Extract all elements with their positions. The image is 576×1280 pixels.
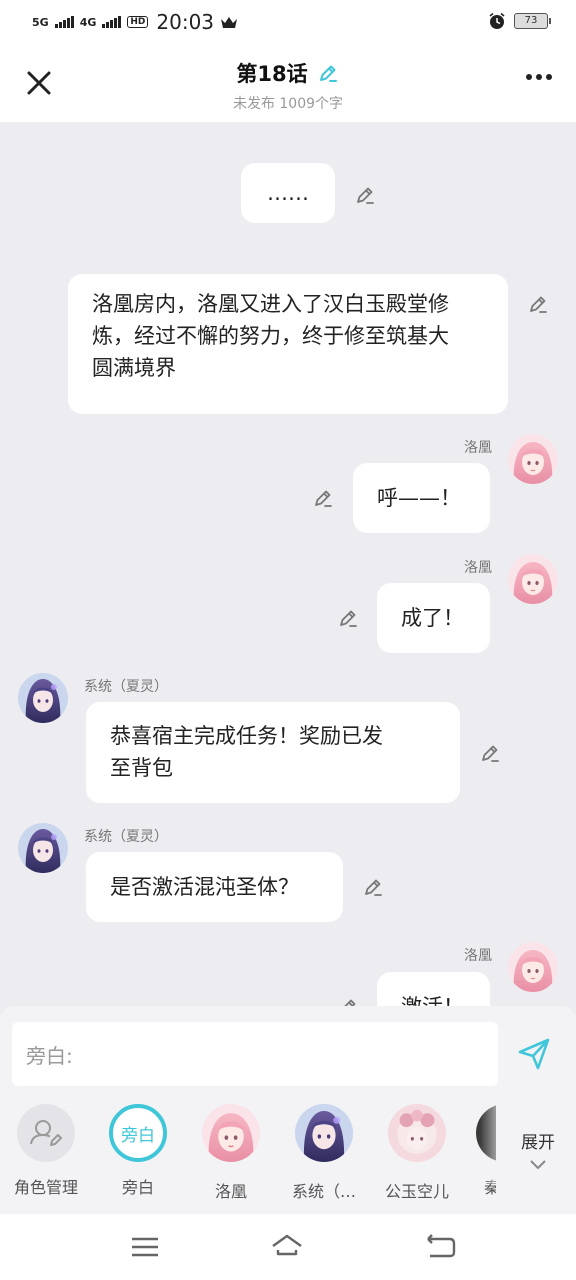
narration-input[interactable]: 旁白: [12, 1022, 498, 1086]
avatar-luohuang[interactable] [508, 554, 558, 604]
edit-icon[interactable] [353, 183, 377, 207]
narration-text: …… [267, 181, 309, 205]
home-icon[interactable] [270, 1232, 304, 1262]
speaker-name: 系统（夏灵） [84, 829, 168, 845]
narration-line: 洛凰房内，洛凰又进入了汉白玉殿堂修 [92, 292, 449, 316]
speaker-name: 洛凰 [464, 948, 492, 964]
narrator-badge-text: 旁白 [121, 1125, 155, 1146]
role-selector: 角色管理 旁白 旁白 洛凰 系统（… 公玉空儿 秦 展开 [0, 1104, 576, 1204]
role-label: 系统（… [291, 1182, 356, 1201]
clock: 20:03 [156, 10, 215, 34]
edit-icon[interactable] [336, 995, 360, 1006]
hd-voice-badge: HD [127, 16, 149, 28]
chat-area[interactable]: …… 洛凰房内，洛凰又进入了汉白玉殿堂修 炼，经过不懈的努力，终于修至筑基大 圆… [0, 122, 576, 1006]
edit-icon[interactable] [361, 875, 385, 899]
avatar-luohuang[interactable] [508, 942, 558, 992]
signal-icon [54, 16, 74, 28]
more-options-icon[interactable] [526, 74, 552, 80]
message-line: 恭喜宿主完成任务！奖励已发 [110, 724, 383, 748]
narration-line: 炼，经过不懈的努力，终于修至筑基大 [92, 324, 449, 348]
title-edit-icon[interactable] [316, 61, 340, 85]
message-text: 呼——！ [377, 486, 461, 510]
role-label: 角色管理 [13, 1178, 78, 1197]
alarm-icon [489, 12, 505, 29]
expand-label: 展开 [521, 1133, 555, 1153]
back-icon[interactable] [424, 1232, 458, 1262]
edit-icon[interactable] [336, 606, 360, 630]
chapter-title-wrap[interactable]: 第18话 [236, 58, 339, 88]
person-edit-icon [17, 1104, 75, 1162]
message-text: 是否激活混沌圣体？ [110, 875, 299, 899]
avatar-gongyu [388, 1104, 446, 1162]
role-narrator[interactable]: 旁白 旁白 [93, 1104, 183, 1198]
message-bubble[interactable]: 是否激活混沌圣体？ [86, 852, 343, 922]
speaker-name: 洛凰 [464, 560, 492, 576]
message-bubble[interactable]: 恭喜宿主完成任务！奖励已发 至背包 [86, 702, 460, 803]
speaker-name: 系统（夏灵） [84, 679, 168, 695]
role-label: 旁白 [121, 1178, 154, 1197]
role-manage-button[interactable]: 角色管理 [1, 1104, 91, 1198]
battery-indicator: 73 [514, 13, 551, 29]
role-luohuang[interactable]: 洛凰 [186, 1104, 276, 1202]
edit-icon[interactable] [478, 741, 502, 765]
chapter-title[interactable]: 第18话 [236, 58, 307, 88]
chevron-down-icon [530, 1160, 546, 1170]
system-nav-bar [0, 1214, 576, 1280]
narrator-badge: 旁白 [109, 1104, 167, 1162]
message-line: 至背包 [110, 756, 173, 780]
edit-icon[interactable] [526, 292, 550, 316]
avatar-xialing [295, 1104, 353, 1162]
expand-button[interactable]: 展开 [512, 1128, 564, 1176]
avatar-xialing[interactable] [18, 673, 68, 723]
message-text: 激活！ [401, 995, 464, 1006]
avatar-luohuang[interactable] [508, 434, 558, 484]
menu-icon[interactable] [128, 1232, 162, 1262]
avatar-luohuang [202, 1104, 260, 1162]
message-bubble[interactable]: 呼——！ [353, 463, 490, 533]
message-bubble[interactable]: 成了！ [377, 583, 490, 653]
net-5g-label: 5G [32, 15, 49, 29]
edit-icon[interactable] [311, 486, 335, 510]
avatar-xialing[interactable] [18, 823, 68, 873]
narration-line: 圆满境界 [92, 356, 176, 380]
narration-bubble[interactable]: 洛凰房内，洛凰又进入了汉白玉殿堂修 炼，经过不懈的努力，终于修至筑基大 圆满境界 [68, 274, 508, 414]
chapter-subtitle: 未发布 1009个字 [232, 96, 344, 112]
crown-icon [221, 17, 238, 28]
narration-bubble[interactable]: …… [241, 163, 335, 223]
message-text: 成了！ [401, 606, 464, 630]
role-label: 洛凰 [214, 1182, 247, 1201]
composer-panel: 旁白: 角色管理 旁白 旁白 洛凰 系统（… 公玉空儿 秦 展开 [0, 1006, 576, 1214]
top-bar: 第18话 未发布 1009个字 [0, 44, 576, 122]
send-icon[interactable] [516, 1036, 552, 1072]
signal-icon-2 [102, 16, 122, 28]
roles-fade [480, 1104, 510, 1184]
speaker-name: 洛凰 [464, 440, 492, 456]
net-4g-label: 4G [79, 15, 97, 29]
message-bubble[interactable]: 激活！ [377, 972, 490, 1006]
role-xialing[interactable]: 系统（… [279, 1104, 369, 1202]
status-bar: 5G 4G HD 20:03 73 [0, 0, 576, 44]
